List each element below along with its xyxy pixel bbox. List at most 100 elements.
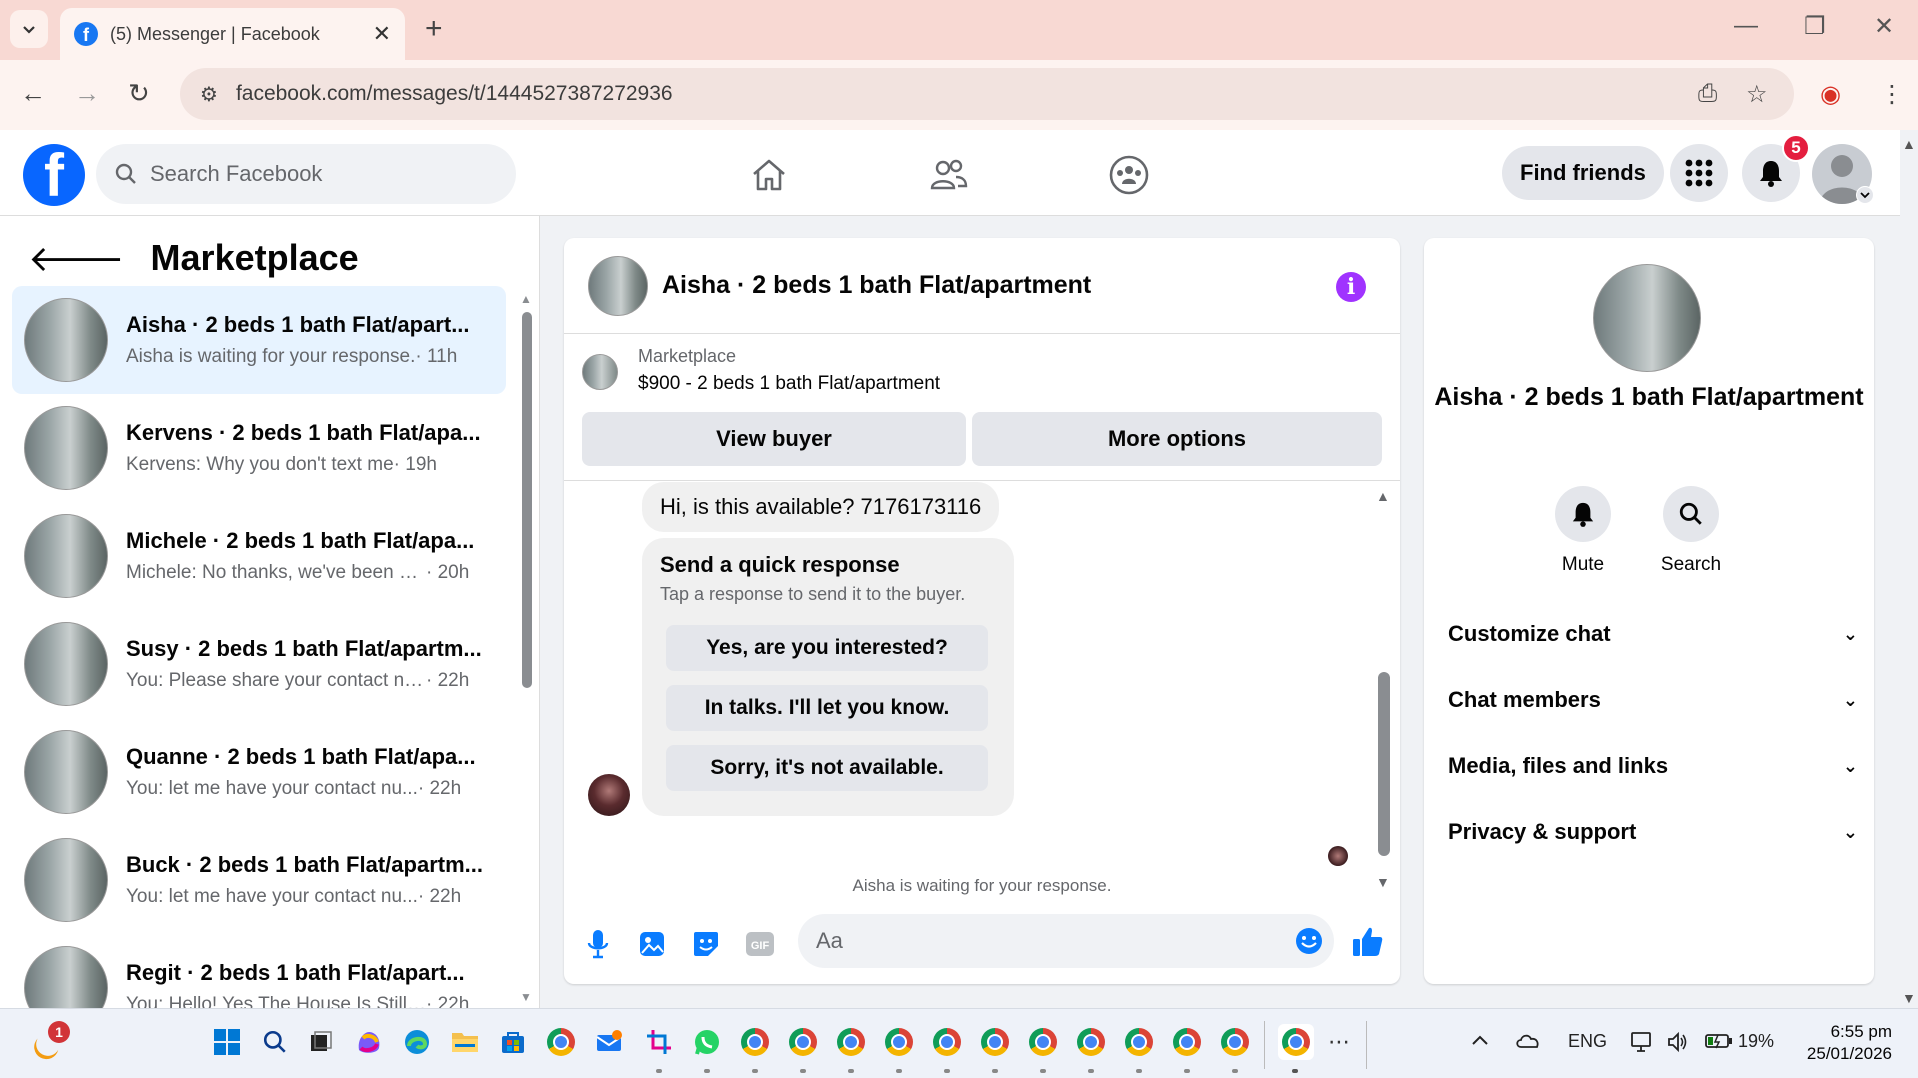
photo-icon[interactable] bbox=[636, 928, 668, 960]
chrome-window-9[interactable] bbox=[1124, 1027, 1154, 1057]
chrome-window-8[interactable] bbox=[1076, 1027, 1106, 1057]
restore-icon[interactable]: ❐ bbox=[1804, 12, 1826, 41]
listing-title[interactable]: $900 - 2 beds 1 bath Flat/apartment bbox=[638, 373, 940, 395]
snipping-tool-icon[interactable] bbox=[644, 1027, 674, 1057]
network-icon[interactable] bbox=[1630, 1031, 1654, 1058]
chrome-window-1[interactable] bbox=[740, 1027, 770, 1057]
page-scroll-up[interactable]: ▲ bbox=[1902, 136, 1916, 152]
tab-title: (5) Messenger | Facebook bbox=[110, 23, 320, 44]
bookmark-star-icon[interactable]: ☆ bbox=[1746, 80, 1768, 109]
chat-avatar[interactable] bbox=[588, 255, 648, 316]
customize-chat-section[interactable]: Customize chat ⌄ bbox=[1448, 614, 1858, 654]
system-clock[interactable]: 6:55 pm 25/01/2026 bbox=[1796, 1021, 1892, 1065]
mute-action[interactable]: Mute bbox=[1538, 486, 1628, 576]
minimize-icon[interactable]: — bbox=[1734, 12, 1758, 40]
thumbs-up-icon[interactable] bbox=[1350, 924, 1386, 960]
page-scroll-down[interactable]: ▼ bbox=[1902, 990, 1916, 1006]
chrome-window-active[interactable] bbox=[1278, 1024, 1314, 1060]
privacy-support-section[interactable]: Privacy & support ⌄ bbox=[1448, 812, 1858, 852]
conversation-item-regit[interactable]: Regit · 2 beds 1 bath Flat/apart... You:… bbox=[12, 934, 506, 1008]
microphone-icon[interactable] bbox=[582, 928, 614, 960]
search-action[interactable]: Search bbox=[1646, 486, 1736, 576]
menu-grid-button[interactable] bbox=[1670, 144, 1728, 202]
back-arrow-icon[interactable]: 🡐 bbox=[28, 236, 125, 280]
chrome-window-10[interactable] bbox=[1172, 1027, 1202, 1057]
emoji-icon[interactable] bbox=[1294, 926, 1324, 956]
copilot-icon[interactable] bbox=[354, 1027, 384, 1057]
sidebar-scrollbar[interactable] bbox=[522, 312, 532, 688]
thread-scroll-down[interactable]: ▼ bbox=[1376, 874, 1390, 890]
thread-scrollbar[interactable] bbox=[1378, 672, 1390, 856]
edge-browser-icon[interactable] bbox=[402, 1027, 432, 1057]
tab-search-button[interactable] bbox=[10, 10, 48, 48]
chrome-window-5[interactable] bbox=[932, 1027, 962, 1057]
conversation-sidebar: 🡐 Marketplace Aisha · 2 beds 1 bath Flat… bbox=[0, 216, 540, 1008]
thread-scroll-up[interactable]: ▲ bbox=[1376, 488, 1390, 504]
microsoft-store-icon[interactable] bbox=[498, 1027, 528, 1057]
browser-tab-strip: f (5) Messenger | Facebook ✕ + — ❐ ✕ bbox=[0, 0, 1918, 60]
chrome-window-3[interactable] bbox=[836, 1027, 866, 1057]
task-view-icon[interactable] bbox=[306, 1027, 336, 1057]
find-friends-button[interactable]: Find friends bbox=[1502, 146, 1664, 200]
info-icon[interactable]: i bbox=[1336, 272, 1366, 302]
mail-icon[interactable] bbox=[594, 1027, 624, 1057]
conversation-item-michele[interactable]: Michele · 2 beds 1 bath Flat/apa... Mich… bbox=[12, 502, 506, 610]
back-icon[interactable]: ← bbox=[20, 78, 46, 109]
conversation-item-kervens[interactable]: Kervens · 2 beds 1 bath Flat/apa... Kerv… bbox=[12, 394, 506, 502]
close-tab-icon[interactable]: ✕ bbox=[373, 21, 391, 47]
volume-icon[interactable] bbox=[1666, 1031, 1690, 1058]
chrome-window-4[interactable] bbox=[884, 1027, 914, 1057]
file-explorer-icon[interactable] bbox=[450, 1027, 480, 1057]
chat-title[interactable]: Aisha · 2 beds 1 bath Flat/apartment bbox=[662, 271, 1091, 300]
chrome-window-7[interactable] bbox=[1028, 1027, 1058, 1057]
gif-icon[interactable]: GIF bbox=[744, 928, 776, 960]
chat-panel: Aisha · 2 beds 1 bath Flat/apartment i M… bbox=[564, 238, 1400, 984]
conversation-item-susy[interactable]: Susy · 2 beds 1 bath Flat/apartm... You:… bbox=[12, 610, 506, 718]
site-info-icon[interactable]: ⚙ bbox=[200, 82, 218, 107]
conversation-item-quanne[interactable]: Quanne · 2 beds 1 bath Flat/apa... You: … bbox=[12, 718, 506, 826]
chat-profile-picture[interactable] bbox=[1593, 264, 1701, 372]
quick-response-not-available-button[interactable]: Sorry, it's not available. bbox=[666, 745, 988, 791]
chrome-window-6[interactable] bbox=[980, 1027, 1010, 1057]
sidebar-scroll-down[interactable]: ▼ bbox=[520, 990, 532, 1004]
profile-icon[interactable]: ◉ bbox=[1820, 80, 1841, 109]
menu-dots-icon[interactable]: ⋮ bbox=[1880, 80, 1904, 109]
message-input-box[interactable] bbox=[798, 914, 1334, 968]
quick-response-in-talks-button[interactable]: In talks. I'll let you know. bbox=[666, 685, 988, 731]
conversation-item-aisha[interactable]: Aisha · 2 beds 1 bath Flat/apart... Aish… bbox=[12, 286, 506, 394]
language-indicator[interactable]: ENG bbox=[1568, 1031, 1607, 1052]
chrome-icon[interactable] bbox=[546, 1027, 576, 1057]
close-window-icon[interactable]: ✕ bbox=[1874, 12, 1894, 41]
whatsapp-icon[interactable] bbox=[692, 1027, 722, 1057]
browser-tab-active[interactable]: f (5) Messenger | Facebook ✕ bbox=[60, 8, 405, 60]
new-tab-button[interactable]: + bbox=[425, 12, 443, 46]
message-input[interactable] bbox=[816, 928, 1256, 954]
more-windows-icon[interactable]: ⋯ bbox=[1324, 1027, 1354, 1057]
facebook-logo-icon[interactable]: f bbox=[23, 144, 85, 206]
sidebar-scroll-up[interactable]: ▲ bbox=[520, 292, 532, 306]
chrome-window-11[interactable] bbox=[1220, 1027, 1250, 1057]
facebook-search-input[interactable] bbox=[150, 161, 470, 187]
search-icon[interactable] bbox=[260, 1027, 290, 1057]
more-options-button[interactable]: More options bbox=[972, 412, 1382, 466]
media-files-links-section[interactable]: Media, files and links ⌄ bbox=[1448, 746, 1858, 786]
facebook-search-box[interactable] bbox=[96, 144, 516, 204]
home-icon[interactable] bbox=[746, 152, 792, 198]
sticker-icon[interactable] bbox=[690, 928, 722, 960]
onedrive-cloud-icon[interactable] bbox=[1514, 1031, 1542, 1054]
groups-icon[interactable] bbox=[1106, 152, 1152, 198]
install-app-icon[interactable]: ⎙ bbox=[1698, 80, 1717, 108]
reload-icon[interactable]: ↻ bbox=[128, 78, 150, 109]
battery-icon[interactable] bbox=[1704, 1031, 1734, 1056]
account-chevron-icon[interactable] bbox=[1856, 186, 1874, 204]
forward-icon[interactable]: → bbox=[74, 78, 100, 109]
tray-overflow-icon[interactable] bbox=[1470, 1031, 1490, 1052]
address-bar[interactable]: ⚙ facebook.com/messages/t/14445273872729… bbox=[180, 68, 1794, 120]
friends-icon[interactable] bbox=[926, 152, 972, 198]
chat-members-section[interactable]: Chat members ⌄ bbox=[1448, 680, 1858, 720]
view-buyer-button[interactable]: View buyer bbox=[582, 412, 966, 466]
conversation-item-buck[interactable]: Buck · 2 beds 1 bath Flat/apartm... You:… bbox=[12, 826, 506, 934]
chrome-window-2[interactable] bbox=[788, 1027, 818, 1057]
windows-start-icon[interactable] bbox=[212, 1027, 242, 1057]
quick-response-yes-button[interactable]: Yes, are you interested? bbox=[666, 625, 988, 671]
